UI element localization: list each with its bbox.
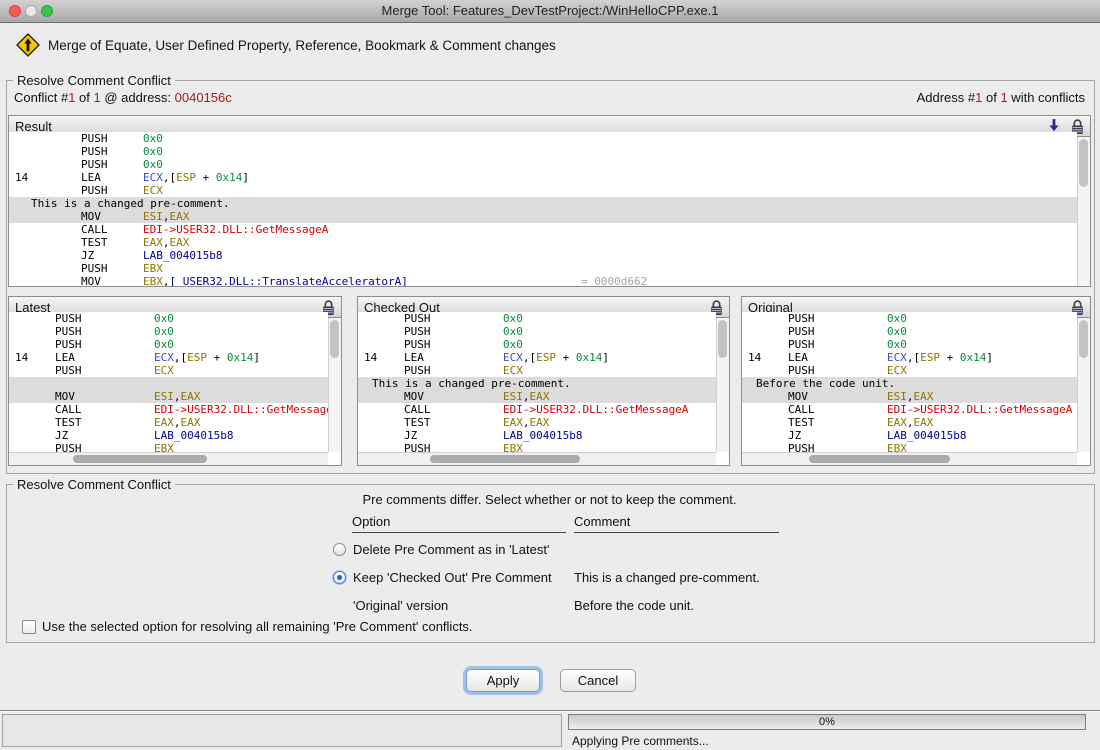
listing-row[interactable]: PUSH0x0	[9, 325, 328, 338]
listing-row[interactable]: PUSH0x0	[9, 158, 1077, 171]
original-listing[interactable]: PUSH0x0PUSH0x0PUSH0x014LEAECX,[ESP + 0x1…	[742, 312, 1077, 452]
listing-row[interactable]: This is a changed pre-comment.	[358, 377, 716, 390]
conflict-groupbox-label: Resolve Comment Conflict	[13, 73, 175, 88]
checked-out-panel: Checked Out PUSH0x0PUSH0x0PUSH0x014LEAEC…	[357, 296, 730, 466]
scrollbar-thumb[interactable]	[809, 455, 950, 463]
listing-row[interactable]: JZLAB_004015b8	[9, 249, 1077, 262]
conflict-instruction: Pre comments differ. Select whether or n…	[6, 492, 1093, 507]
listing-row[interactable]: PUSH0x0	[358, 312, 716, 325]
listing-row[interactable]: MOVEBX,[ USER32.DLL::TranslateAccelerato…	[9, 275, 1077, 286]
listing-row[interactable]: PUSHECX	[9, 364, 328, 377]
merge-icon	[16, 33, 40, 57]
scrollbar-thumb[interactable]	[718, 320, 727, 358]
listing-row[interactable]: PUSHEBX	[742, 442, 1077, 452]
checked-out-horizontal-scrollbar[interactable]	[358, 452, 716, 465]
listing-row[interactable]: PUSH0x0	[742, 325, 1077, 338]
latest-horizontal-scrollbar[interactable]	[9, 452, 328, 465]
listing-row[interactable]: MOVESI,EAX	[742, 390, 1077, 403]
checked-out-vertical-scrollbar[interactable]	[716, 318, 729, 452]
window-title: Merge Tool: Features_DevTestProject:/Win…	[0, 0, 1100, 22]
listing-row[interactable]: PUSH0x0	[742, 312, 1077, 325]
result-vertical-scrollbar[interactable]	[1077, 137, 1090, 286]
resolve-groupbox-label: Resolve Comment Conflict	[13, 477, 175, 492]
listing-row[interactable]: MOVESI,EAX	[358, 390, 716, 403]
listing-row[interactable]: 14LEAECX,[ESP + 0x14]	[742, 351, 1077, 364]
cancel-button[interactable]: Cancel	[560, 669, 636, 692]
delete-latest-radio[interactable]	[333, 543, 346, 556]
apply-to-all-checkbox[interactable]	[22, 620, 36, 634]
original-vertical-scrollbar[interactable]	[1077, 318, 1090, 452]
comment-column-header: Comment	[574, 514, 779, 533]
merge-phase-title: Merge of Equate, User Defined Property, …	[48, 38, 556, 53]
listing-row[interactable]: 14LEAECX,[ESP + 0x14]	[358, 351, 716, 364]
keep-checked-out-radio[interactable]	[333, 571, 346, 584]
progress-status-text: Applying Pre comments...	[572, 734, 709, 748]
latest-listing[interactable]: PUSH0x0PUSH0x0PUSH0x014LEAECX,[ESP + 0x1…	[9, 312, 328, 452]
listing-row[interactable]: JZLAB_004015b8	[9, 429, 328, 442]
listing-row[interactable]: PUSHEBX	[9, 262, 1077, 275]
keep-checked-out-radio-label[interactable]: Keep 'Checked Out' Pre Comment	[353, 570, 552, 585]
option-column-header: Option	[352, 514, 566, 533]
listing-row[interactable]: MOVESI,EAX	[9, 210, 1077, 223]
listing-row[interactable]: PUSH0x0	[742, 338, 1077, 351]
delete-latest-radio-label[interactable]: Delete Pre Comment as in 'Latest'	[353, 542, 549, 557]
listing-row[interactable]: PUSH0x0	[9, 132, 1077, 145]
apply-to-all-checkbox-label[interactable]: Use the selected option for resolving al…	[42, 619, 473, 634]
address-counter: Address #1 of 1 with conflicts	[917, 90, 1085, 105]
progress-bar: 0%	[568, 714, 1086, 730]
listing-row[interactable]: PUSHECX	[9, 184, 1077, 197]
listing-row[interactable]: TESTEAX,EAX	[358, 416, 716, 429]
listing-row[interactable]: Before the code unit.	[742, 377, 1077, 390]
listing-row[interactable]: 14LEAECX,[ESP + 0x14]	[9, 171, 1077, 184]
scrollbar-thumb[interactable]	[1079, 320, 1088, 358]
scrollbar-thumb[interactable]	[330, 320, 339, 358]
listing-row[interactable]: CALLEDI->USER32.DLL::GetMessageA	[9, 403, 328, 416]
listing-row[interactable]: MOVESI,EAX	[9, 390, 328, 403]
original-version-label: 'Original' version	[353, 598, 448, 613]
result-panel: Result PUSH0x0PUSH0x0PUSH0x014LEAECX,[ES…	[8, 115, 1091, 287]
listing-row[interactable]: PUSH0x0	[358, 338, 716, 351]
statusbar-divider-highlight	[0, 711, 1100, 712]
listing-row[interactable]: PUSHEBX	[9, 442, 328, 452]
listing-row[interactable]: PUSHECX	[742, 364, 1077, 377]
listing-row[interactable]: PUSHEBX	[358, 442, 716, 452]
scrollbar-thumb[interactable]	[73, 455, 207, 463]
original-comment-value: Before the code unit.	[574, 598, 694, 613]
latest-panel: Latest PUSH0x0PUSH0x0PUSH0x014LEAECX,[ES…	[8, 296, 342, 466]
listing-row[interactable]: PUSH0x0	[9, 312, 328, 325]
listing-row[interactable]	[9, 377, 328, 390]
listing-row[interactable]: PUSH0x0	[9, 338, 328, 351]
status-message-area	[2, 714, 562, 747]
original-horizontal-scrollbar[interactable]	[742, 452, 1077, 465]
listing-row[interactable]: TESTEAX,EAX	[742, 416, 1077, 429]
apply-button[interactable]: Apply	[466, 669, 540, 692]
scrollbar-thumb[interactable]	[430, 455, 580, 463]
listing-row[interactable]: JZLAB_004015b8	[358, 429, 716, 442]
listing-row[interactable]: CALLEDI->USER32.DLL::GetMessageA	[358, 403, 716, 416]
listing-row[interactable]: PUSH0x0	[358, 325, 716, 338]
listing-row[interactable]: JZLAB_004015b8	[742, 429, 1077, 442]
listing-row[interactable]: 14LEAECX,[ESP + 0x14]	[9, 351, 328, 364]
listing-row[interactable]: CALLEDI->USER32.DLL::GetMessageA	[9, 223, 1077, 236]
listing-row[interactable]: TESTEAX,EAX	[9, 416, 328, 429]
listing-row[interactable]: This is a changed pre-comment.	[9, 197, 1077, 210]
conflict-counter: Conflict #1 of 1 @ address: 0040156c	[14, 90, 232, 105]
listing-row[interactable]: PUSHECX	[358, 364, 716, 377]
checked-out-listing[interactable]: PUSH0x0PUSH0x0PUSH0x014LEAECX,[ESP + 0x1…	[358, 312, 716, 452]
scrollbar-thumb[interactable]	[1079, 139, 1088, 187]
listing-row[interactable]: PUSH0x0	[9, 145, 1077, 158]
result-listing[interactable]: PUSH0x0PUSH0x0PUSH0x014LEAECX,[ESP + 0x1…	[9, 132, 1077, 286]
listing-row[interactable]: CALLEDI->USER32.DLL::GetMessageA	[742, 403, 1077, 416]
latest-vertical-scrollbar[interactable]	[328, 318, 341, 452]
window-titlebar: Merge Tool: Features_DevTestProject:/Win…	[0, 0, 1100, 23]
original-panel: Original PUSH0x0PUSH0x0PUSH0x014LEAECX,[…	[741, 296, 1091, 466]
listing-row[interactable]: TESTEAX,EAX	[9, 236, 1077, 249]
checked-out-comment-value: This is a changed pre-comment.	[574, 570, 760, 585]
